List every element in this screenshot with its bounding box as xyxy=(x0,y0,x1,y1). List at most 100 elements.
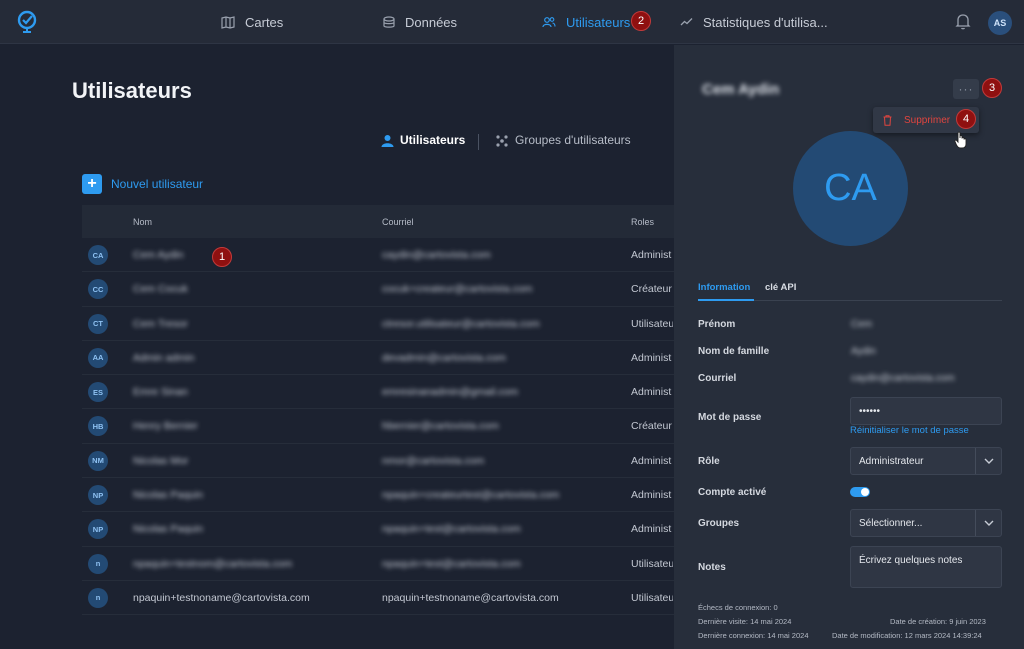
notes-textarea[interactable]: Écrivez quelques notes xyxy=(850,546,1002,588)
table-row[interactable]: CC Cem Cocuk cocuk+createur@cartovista.com… xyxy=(82,272,674,307)
table-row[interactable]: NP Nicolas Paquin npaquin+test@cartovista.… xyxy=(82,512,674,547)
account-active-toggle[interactable] xyxy=(850,487,870,497)
nav-statistiques-label: Statistiques d'utilisa... xyxy=(703,14,828,30)
annotation-badge-1: 1 xyxy=(212,247,232,267)
row-role: Administ xyxy=(631,249,672,261)
nav-donnees-label: Données xyxy=(405,14,458,30)
user-group-icon xyxy=(496,134,508,147)
row-avatar: n xyxy=(88,587,108,608)
more-options-button[interactable]: ··· xyxy=(953,79,979,99)
new-user-label: Nouvel utilisateur xyxy=(111,177,204,191)
row-email: npaquin+createurtest@cartovista.com xyxy=(382,489,560,502)
database-icon xyxy=(383,15,395,28)
subtab-utilisateurs[interactable]: Utilisateurs xyxy=(381,133,465,147)
modified-date: Date de modification: 12 mars 2024 14:39… xyxy=(832,631,982,640)
tab-information[interactable]: Information xyxy=(698,282,750,293)
row-name: Henry Bernier xyxy=(133,420,198,433)
table-row[interactable]: ES Emre Sinan emresinanadmin@gmail.com Admi… xyxy=(82,375,674,410)
table-row[interactable]: HB Henry Bernier hbernier@cartovista.com Cr… xyxy=(82,409,674,444)
row-name: Cem Aydin xyxy=(133,249,184,261)
column-header-roles[interactable]: Roles xyxy=(631,217,654,227)
failed-logins: Échecs de connexion: 0 xyxy=(698,603,778,612)
row-role: Administ xyxy=(631,523,672,536)
nav-cartes[interactable]: Cartes xyxy=(221,0,283,44)
row-role: Administ xyxy=(631,386,672,399)
row-email: npaquin+test@cartovista.com xyxy=(382,523,521,536)
created-date: Date de création: 9 juin 2023 xyxy=(890,617,986,626)
row-name: Admin admin xyxy=(133,351,195,364)
reset-password-link[interactable]: Réinitialiser le mot de passe xyxy=(850,425,969,436)
bell-icon[interactable] xyxy=(955,13,971,30)
users-icon xyxy=(542,17,556,28)
nav-cartes-label: Cartes xyxy=(245,14,284,30)
plus-icon: + xyxy=(82,174,102,194)
chevron-down-icon xyxy=(975,448,1001,474)
column-header-nom[interactable]: Nom xyxy=(133,217,152,227)
annotation-badge-4: 4 xyxy=(956,109,976,129)
groupes-label: Groupes xyxy=(698,518,740,529)
row-name: Nicolas Paquin xyxy=(133,523,204,536)
row-email: emresinanadmin@gmail.com xyxy=(382,386,519,399)
annotation-badge-3: 3 xyxy=(982,78,1002,98)
password-field[interactable]: •••••• xyxy=(850,397,1002,425)
nav-utilisateurs[interactable]: Utilisateurs xyxy=(542,0,630,44)
user-icon xyxy=(381,134,394,147)
row-name: Cem Tresor xyxy=(133,317,188,330)
nav-statistiques[interactable]: Statistiques d'utilisa... xyxy=(680,0,828,44)
table-row[interactable]: n npaquin+testnoname@cartovista.com npaqui… xyxy=(82,581,674,616)
courriel-value: caydin@cartovista.com xyxy=(851,373,955,384)
subtab-divider xyxy=(478,134,479,150)
prenom-label: Prénom xyxy=(698,319,736,330)
users-table: Nom Courriel Roles CA Cem Aydin caydin@car… xyxy=(82,205,674,616)
row-email: hbernier@cartovista.com xyxy=(382,420,499,433)
role-select-value: Administrateur xyxy=(859,456,924,467)
subtab-groupes[interactable]: Groupes d'utilisateurs xyxy=(495,133,631,147)
new-user-button[interactable]: + Nouvel utilisateur xyxy=(82,174,203,194)
row-email: npaquin+testnoname@cartovista.com xyxy=(382,591,559,604)
row-email: ctresor.utilisateur@cartovista.com xyxy=(382,317,540,330)
role-label: Rôle xyxy=(698,456,720,467)
row-avatar: CC xyxy=(88,279,108,300)
groups-select[interactable]: Sélectionner... xyxy=(850,509,1002,537)
delete-label: Supprimer xyxy=(904,114,951,126)
notes-label: Notes xyxy=(698,562,726,573)
column-header-courriel[interactable]: Courriel xyxy=(382,217,414,227)
tab-cle-api[interactable]: clé API xyxy=(765,282,796,293)
row-role: Administ xyxy=(631,351,672,364)
nav-utilisateurs-label: Utilisateurs xyxy=(566,14,631,30)
row-name: npaquin+testnoname@cartovista.com xyxy=(133,591,310,604)
row-name: Emre Sinan xyxy=(133,386,188,399)
table-row[interactable]: AA Admin admin devadmin@cartovista.com Admi… xyxy=(82,341,674,376)
courriel-label: Courriel xyxy=(698,373,737,384)
page-title: Utilisateurs xyxy=(72,78,192,103)
user-detail-panel: Cem Aydin ··· Supprimer CA Information c… xyxy=(674,45,1024,649)
row-avatar: ES xyxy=(88,382,108,403)
row-role: Utilisateu xyxy=(631,591,673,604)
row-email: caydin@cartovista.com xyxy=(382,249,491,261)
row-avatar: CA xyxy=(88,245,108,265)
table-row[interactable]: n npaquin+testnom@cartovista.com npaquin+t… xyxy=(82,547,674,581)
row-role: Administ xyxy=(631,489,672,502)
table-row[interactable]: CT Cem Tresor ctresor.utilisateur@cartovis… xyxy=(82,307,674,341)
app-logo-icon[interactable] xyxy=(14,9,40,35)
prenom-value: Cem xyxy=(851,319,873,330)
row-avatar: CT xyxy=(88,313,108,334)
table-header: Nom Courriel Roles xyxy=(82,205,674,238)
notes-placeholder: Écrivez quelques notes xyxy=(859,555,963,566)
row-avatar: NP xyxy=(88,519,108,540)
row-role: Utilisateu xyxy=(631,317,673,330)
row-avatar: n xyxy=(88,553,108,574)
table-row[interactable]: NP Nicolas Paquin npaquin+createurtest@car… xyxy=(82,478,674,513)
map-icon xyxy=(221,15,235,29)
user-avatar[interactable]: AS xyxy=(988,11,1012,35)
role-select[interactable]: Administrateur xyxy=(850,447,1002,475)
row-avatar: NM xyxy=(88,450,108,471)
chevron-down-icon xyxy=(975,510,1001,536)
nav-donnees[interactable]: Données xyxy=(383,0,457,44)
nom-value: Aydin xyxy=(851,346,876,357)
table-row[interactable]: CA Cem Aydin caydin@cartovista.com Administ xyxy=(82,238,674,273)
row-email: devadmin@cartovista.com xyxy=(382,351,506,364)
trash-icon xyxy=(883,114,892,126)
row-email: cocuk+createur@cartovista.com xyxy=(382,283,533,296)
table-row[interactable]: NM Nicolas Mor nmor@cartovista.com Administ xyxy=(82,444,674,479)
